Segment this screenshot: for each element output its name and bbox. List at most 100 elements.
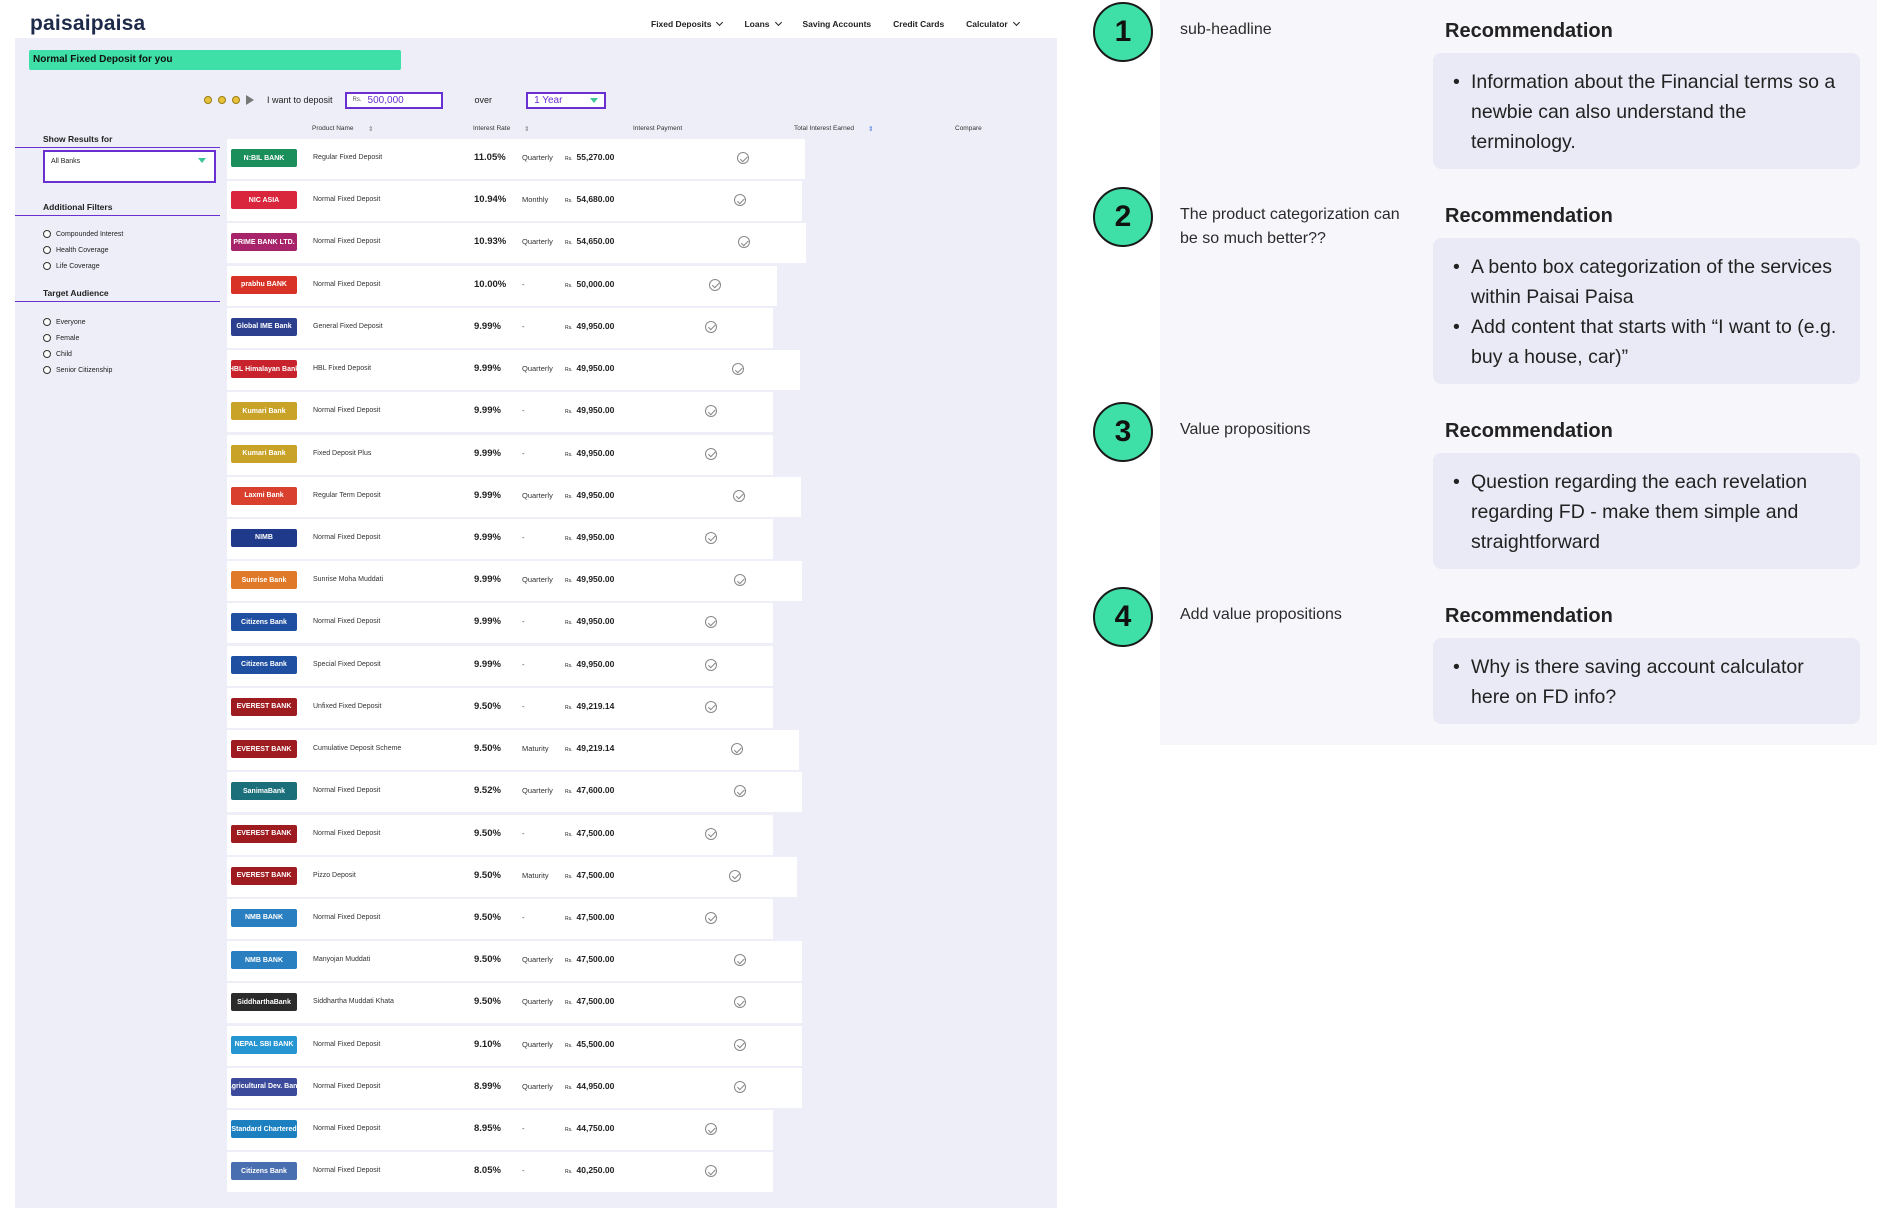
filter-option[interactable]: Senior Citizenship (15, 362, 220, 378)
product-name[interactable]: General Fixed Deposit (313, 323, 383, 330)
compare-check-icon[interactable] (705, 447, 717, 460)
product-name[interactable]: Normal Fixed Deposit (313, 1083, 380, 1090)
sort-icon[interactable]: ⇕ (368, 125, 373, 133)
nav-item-fixed-deposits[interactable]: Fixed Deposits (651, 18, 724, 29)
carousel-dot[interactable] (232, 96, 240, 104)
compare-check-icon[interactable] (705, 827, 717, 840)
table-row[interactable]: PRIME BANK LTD. Normal Fixed Deposit 10.93… (227, 223, 806, 264)
radio-button[interactable] (43, 262, 51, 270)
col-total-interest[interactable]: Total Interest Earned (794, 125, 854, 132)
table-row[interactable]: NMB BANK Normal Fixed Deposit 9.50% - Rs. 47,… (227, 898, 773, 939)
product-name[interactable]: Normal Fixed Deposit (313, 1125, 380, 1132)
table-row[interactable]: Kumari Bank Fixed Deposit Plus 9.99% - Rs. 49… (227, 434, 773, 475)
table-row[interactable]: N:BIL BANK Regular Fixed Deposit 11.05% Qua… (227, 139, 805, 179)
play-icon[interactable] (246, 95, 254, 105)
product-name[interactable]: Normal Fixed Deposit (313, 1167, 380, 1174)
radio-button[interactable] (43, 350, 51, 358)
filter-option[interactable]: Health Coverage (15, 242, 220, 258)
table-row[interactable]: Standard Chartered Normal Fixed Deposit 8.… (227, 1110, 773, 1151)
compare-check-icon[interactable] (734, 194, 746, 207)
table-row[interactable]: NIMB Normal Fixed Deposit 9.99% - Rs. 49,950.… (227, 518, 773, 559)
table-row[interactable]: Kumari Bank Normal Fixed Deposit 9.99% - Rs.… (227, 392, 773, 433)
compare-check-icon[interactable] (737, 152, 749, 164)
compare-check-icon[interactable] (705, 531, 717, 544)
product-name[interactable]: Normal Fixed Deposit (313, 1041, 380, 1048)
table-row[interactable]: Citizens Bank Normal Fixed Deposit 8.05% - R… (227, 1152, 773, 1193)
radio-button[interactable] (43, 334, 51, 342)
carousel-dot[interactable] (218, 96, 226, 104)
sort-icon[interactable]: ⇕ (868, 125, 873, 133)
compare-check-icon[interactable] (709, 278, 721, 291)
nav-item-calculator[interactable]: Calculator (966, 18, 1020, 29)
product-name[interactable]: Manyojan Muddati (313, 956, 370, 963)
compare-check-icon[interactable] (705, 616, 717, 629)
compare-check-icon[interactable] (705, 1165, 717, 1178)
product-name[interactable]: Normal Fixed Deposit (313, 787, 380, 794)
filter-option[interactable]: Female (15, 330, 220, 346)
compare-check-icon[interactable] (734, 954, 746, 967)
radio-button[interactable] (43, 246, 51, 254)
filter-option[interactable]: Compounded Interest (15, 226, 220, 242)
table-row[interactable]: Citizens Bank Normal Fixed Deposit 9.99% - R… (227, 603, 773, 644)
product-name[interactable]: Normal Fixed Deposit (313, 196, 380, 203)
table-row[interactable]: EVEREST BANK Pizzo Deposit 9.50% Maturity Rs… (227, 856, 797, 897)
compare-check-icon[interactable] (705, 911, 717, 924)
compare-check-icon[interactable] (705, 320, 717, 333)
product-name[interactable]: Normal Fixed Deposit (313, 618, 380, 625)
compare-check-icon[interactable] (733, 489, 745, 502)
radio-button[interactable] (43, 230, 51, 238)
filter-option[interactable]: Everyone (15, 314, 220, 330)
product-name[interactable]: Fixed Deposit Plus (313, 450, 371, 457)
product-name[interactable]: Regular Fixed Deposit (313, 154, 382, 161)
sort-icon[interactable]: ⇕ (524, 125, 529, 133)
compare-check-icon[interactable] (705, 658, 717, 671)
table-row[interactable]: Agricultural Dev. Bank Normal Fixed Depos… (227, 1067, 802, 1108)
product-name[interactable]: Normal Fixed Deposit (313, 830, 380, 837)
radio-button[interactable] (43, 366, 51, 374)
product-name[interactable]: Sunrise Moha Muddati (313, 576, 383, 583)
compare-check-icon[interactable] (734, 574, 746, 587)
product-name[interactable]: Siddhartha Muddati Khata (313, 998, 394, 1005)
carousel-dot[interactable] (204, 96, 212, 104)
table-row[interactable]: NEPAL SBI BANK Normal Fixed Deposit 9.10% Q… (227, 1025, 802, 1066)
nav-item-saving-accounts[interactable]: Saving Accounts (803, 19, 872, 29)
table-row[interactable]: prabhu BANK Normal Fixed Deposit 10.00% - Rs… (227, 265, 777, 306)
compare-check-icon[interactable] (729, 869, 741, 882)
bank-select[interactable]: All Banks (43, 150, 216, 183)
product-name[interactable]: Normal Fixed Deposit (313, 407, 380, 414)
compare-check-icon[interactable] (705, 1123, 717, 1136)
table-row[interactable]: Laxmi Bank Regular Term Deposit 9.99% Quart… (227, 476, 801, 517)
compare-check-icon[interactable] (705, 700, 717, 713)
table-row[interactable]: SiddharthaBank Siddhartha Muddati Khata 9.… (227, 983, 802, 1024)
compare-check-icon[interactable] (734, 1080, 746, 1093)
nav-item-loans[interactable]: Loans (744, 18, 782, 29)
table-row[interactable]: EVEREST BANK Unfixed Fixed Deposit 9.50% - R… (227, 687, 773, 728)
compare-check-icon[interactable] (732, 363, 744, 376)
col-product-name[interactable]: Product Name (312, 125, 354, 132)
compare-check-icon[interactable] (731, 743, 743, 756)
table-row[interactable]: SanimaBank Normal Fixed Deposit 9.52% Quart… (227, 772, 802, 813)
site-logo[interactable]: paisaipaisa (30, 12, 145, 36)
product-name[interactable]: Normal Fixed Deposit (313, 534, 380, 541)
table-row[interactable]: Global IME Bank General Fixed Deposit 9.99… (227, 307, 773, 348)
table-row[interactable]: Citizens Bank Special Fixed Deposit 9.99% -… (227, 645, 773, 686)
product-name[interactable]: Pizzo Deposit (313, 872, 356, 879)
col-interest-rate[interactable]: Interest Rate (473, 125, 510, 132)
product-name[interactable]: Cumulative Deposit Scheme (313, 745, 401, 752)
filter-option[interactable]: Life Coverage (15, 258, 220, 274)
table-row[interactable]: Sunrise Bank Sunrise Moha Muddati 9.99% Qua… (227, 561, 802, 602)
table-row[interactable]: HBL Himalayan Bank HBL Fixed Deposit 9.99%… (227, 350, 800, 391)
product-name[interactable]: Normal Fixed Deposit (313, 238, 380, 245)
compare-check-icon[interactable] (705, 405, 717, 418)
product-name[interactable]: Normal Fixed Deposit (313, 281, 380, 288)
product-name[interactable]: Special Fixed Deposit (313, 661, 381, 668)
compare-check-icon[interactable] (734, 996, 746, 1009)
compare-check-icon[interactable] (734, 785, 746, 798)
compare-check-icon[interactable] (738, 236, 750, 249)
nav-item-credit-cards[interactable]: Credit Cards (893, 19, 944, 29)
table-row[interactable]: NMB BANK Manyojan Muddati 9.50% Quarterly Rs… (227, 941, 802, 982)
product-name[interactable]: HBL Fixed Deposit (313, 365, 371, 372)
table-row[interactable]: EVEREST BANK Normal Fixed Deposit 9.50% - Rs… (227, 814, 773, 855)
period-select[interactable]: 1 Year (526, 91, 607, 109)
deposit-amount-input[interactable]: Rs. 500,000 (344, 91, 443, 109)
